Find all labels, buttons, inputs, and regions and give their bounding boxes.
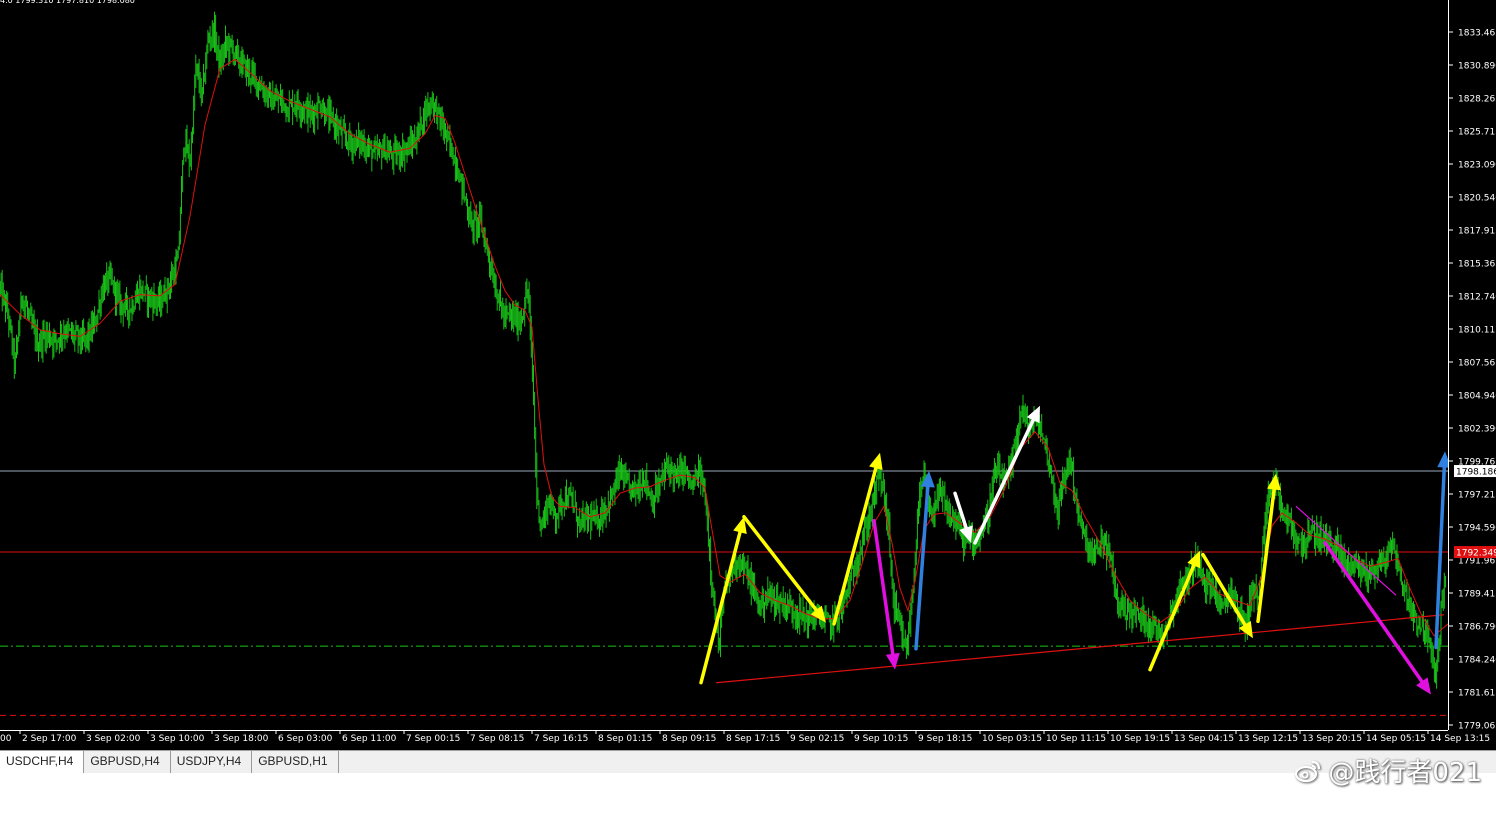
price-label-0: 1798.186	[1456, 468, 1496, 478]
y-tick-label-11: 1804.940	[1458, 392, 1496, 402]
x-tick-label-18: 13 Sep 04:15	[1174, 734, 1234, 744]
y-tick-label-14: 1797.215	[1458, 491, 1496, 501]
y-tick-label-12: 1802.390	[1458, 425, 1496, 435]
x-tick-label-9: 8 Sep 01:15	[598, 734, 652, 744]
x-tick-label-2: 3 Sep 10:00	[150, 734, 205, 744]
annotation-arrowhead-10	[1416, 677, 1431, 695]
y-tick-label-6: 1817.915	[1458, 227, 1496, 237]
x-tick-label-13: 9 Sep 10:15	[854, 734, 908, 744]
moving-average-line	[0, 58, 1449, 637]
x-tick-label-16: 10 Sep 11:15	[1046, 734, 1106, 744]
x-tick-label-17: 10 Sep 19:15	[1110, 734, 1170, 744]
y-tick-label-8: 1812.740	[1458, 293, 1496, 303]
y-tick-label-9: 1810.115	[1458, 326, 1496, 336]
price-chart[interactable]: 1833.465 1830.890 1828.265 1825.715 1823.090…	[0, 0, 1496, 750]
x-tick-label-4: 6 Sep 03:00	[278, 734, 333, 744]
annotation-arrow-2	[832, 466, 878, 626]
y-tick-label-10: 1807.565	[1458, 359, 1496, 369]
annotation-arrow-8	[1201, 552, 1247, 627]
x-tick-label-15: 10 Sep 03:15	[982, 734, 1042, 744]
ohlc-info: 4.0 1799.310 1797.810 1798.080	[0, 0, 135, 5]
tab-0[interactable]: USDCHF,H4	[0, 751, 85, 773]
annotation-arrow-11	[1434, 465, 1447, 650]
x-tick-label-start: 00	[0, 734, 12, 744]
x-tick-label-6: 7 Sep 00:15	[406, 734, 460, 744]
chart-area[interactable]: 1833.465 1830.890 1828.265 1825.715 1823.090…	[0, 0, 1496, 750]
x-tick-label-0: 2 Sep 17:00	[22, 734, 77, 744]
price-axis-panel	[1448, 0, 1496, 750]
x-tick-label-8: 7 Sep 16:15	[534, 734, 588, 744]
price-label-1: 1792.349	[1456, 549, 1496, 559]
chart-tab-bar: USDCHF,H4 GBPUSD,H4 USDJPY,H4 GBPUSD,H1	[0, 750, 1496, 774]
x-tick-label-22: 14 Sep 13:15	[1430, 734, 1490, 744]
y-tick-label-17: 1789.415	[1458, 590, 1496, 600]
weibo-icon	[1295, 760, 1321, 782]
x-tick-label-1: 3 Sep 02:00	[86, 734, 141, 744]
annotation-arrow-0	[699, 530, 742, 685]
annotation-arrowhead-2	[869, 452, 883, 471]
x-tick-label-7: 7 Sep 08:15	[470, 734, 524, 744]
x-tick-label-14: 9 Sep 18:15	[918, 734, 972, 744]
x-tick-label-19: 13 Sep 12:15	[1238, 734, 1298, 744]
x-tick-label-10: 8 Sep 09:15	[662, 734, 716, 744]
y-tick-label-0: 1833.465	[1458, 29, 1496, 39]
y-tick-label-4: 1823.090	[1458, 161, 1496, 171]
y-tick-label-18: 1786.790	[1458, 623, 1496, 633]
watermark-text: @践行者021	[1328, 758, 1482, 788]
lower-area	[0, 773, 1496, 820]
tab-1[interactable]: GBPUSD,H4	[84, 751, 171, 773]
x-tick-label-11: 8 Sep 17:15	[726, 734, 780, 744]
tab-3[interactable]: GBPUSD,H1	[252, 751, 339, 773]
watermark: @践行者021	[1294, 752, 1482, 789]
x-tick-label-21: 14 Sep 05:15	[1366, 734, 1426, 744]
y-tick-label-19: 1784.240	[1458, 656, 1496, 666]
x-tick-label-3: 3 Sep 18:00	[214, 734, 269, 744]
x-tick-label-5: 6 Sep 11:00	[342, 734, 397, 744]
tab-2[interactable]: USDJPY,H4	[171, 751, 253, 773]
y-tick-label-1: 1830.890	[1458, 62, 1496, 72]
y-tick-label-3: 1825.715	[1458, 128, 1496, 138]
y-tick-label-2: 1828.265	[1458, 95, 1496, 105]
y-tick-label-5: 1820.540	[1458, 194, 1496, 204]
x-tick-label-20: 13 Sep 20:15	[1302, 734, 1362, 744]
y-tick-label-20: 1781.615	[1458, 689, 1496, 699]
annotation-arrow-6	[973, 418, 1035, 545]
x-tick-label-12: 9 Sep 02:15	[790, 734, 844, 744]
y-tick-label-15: 1794.590	[1458, 524, 1496, 534]
trend-line-1	[1295, 505, 1397, 596]
y-tick-label-21: 1779.065	[1458, 722, 1496, 732]
y-tick-label-7: 1815.365	[1458, 260, 1496, 270]
annotation-arrow-10	[1323, 541, 1424, 684]
